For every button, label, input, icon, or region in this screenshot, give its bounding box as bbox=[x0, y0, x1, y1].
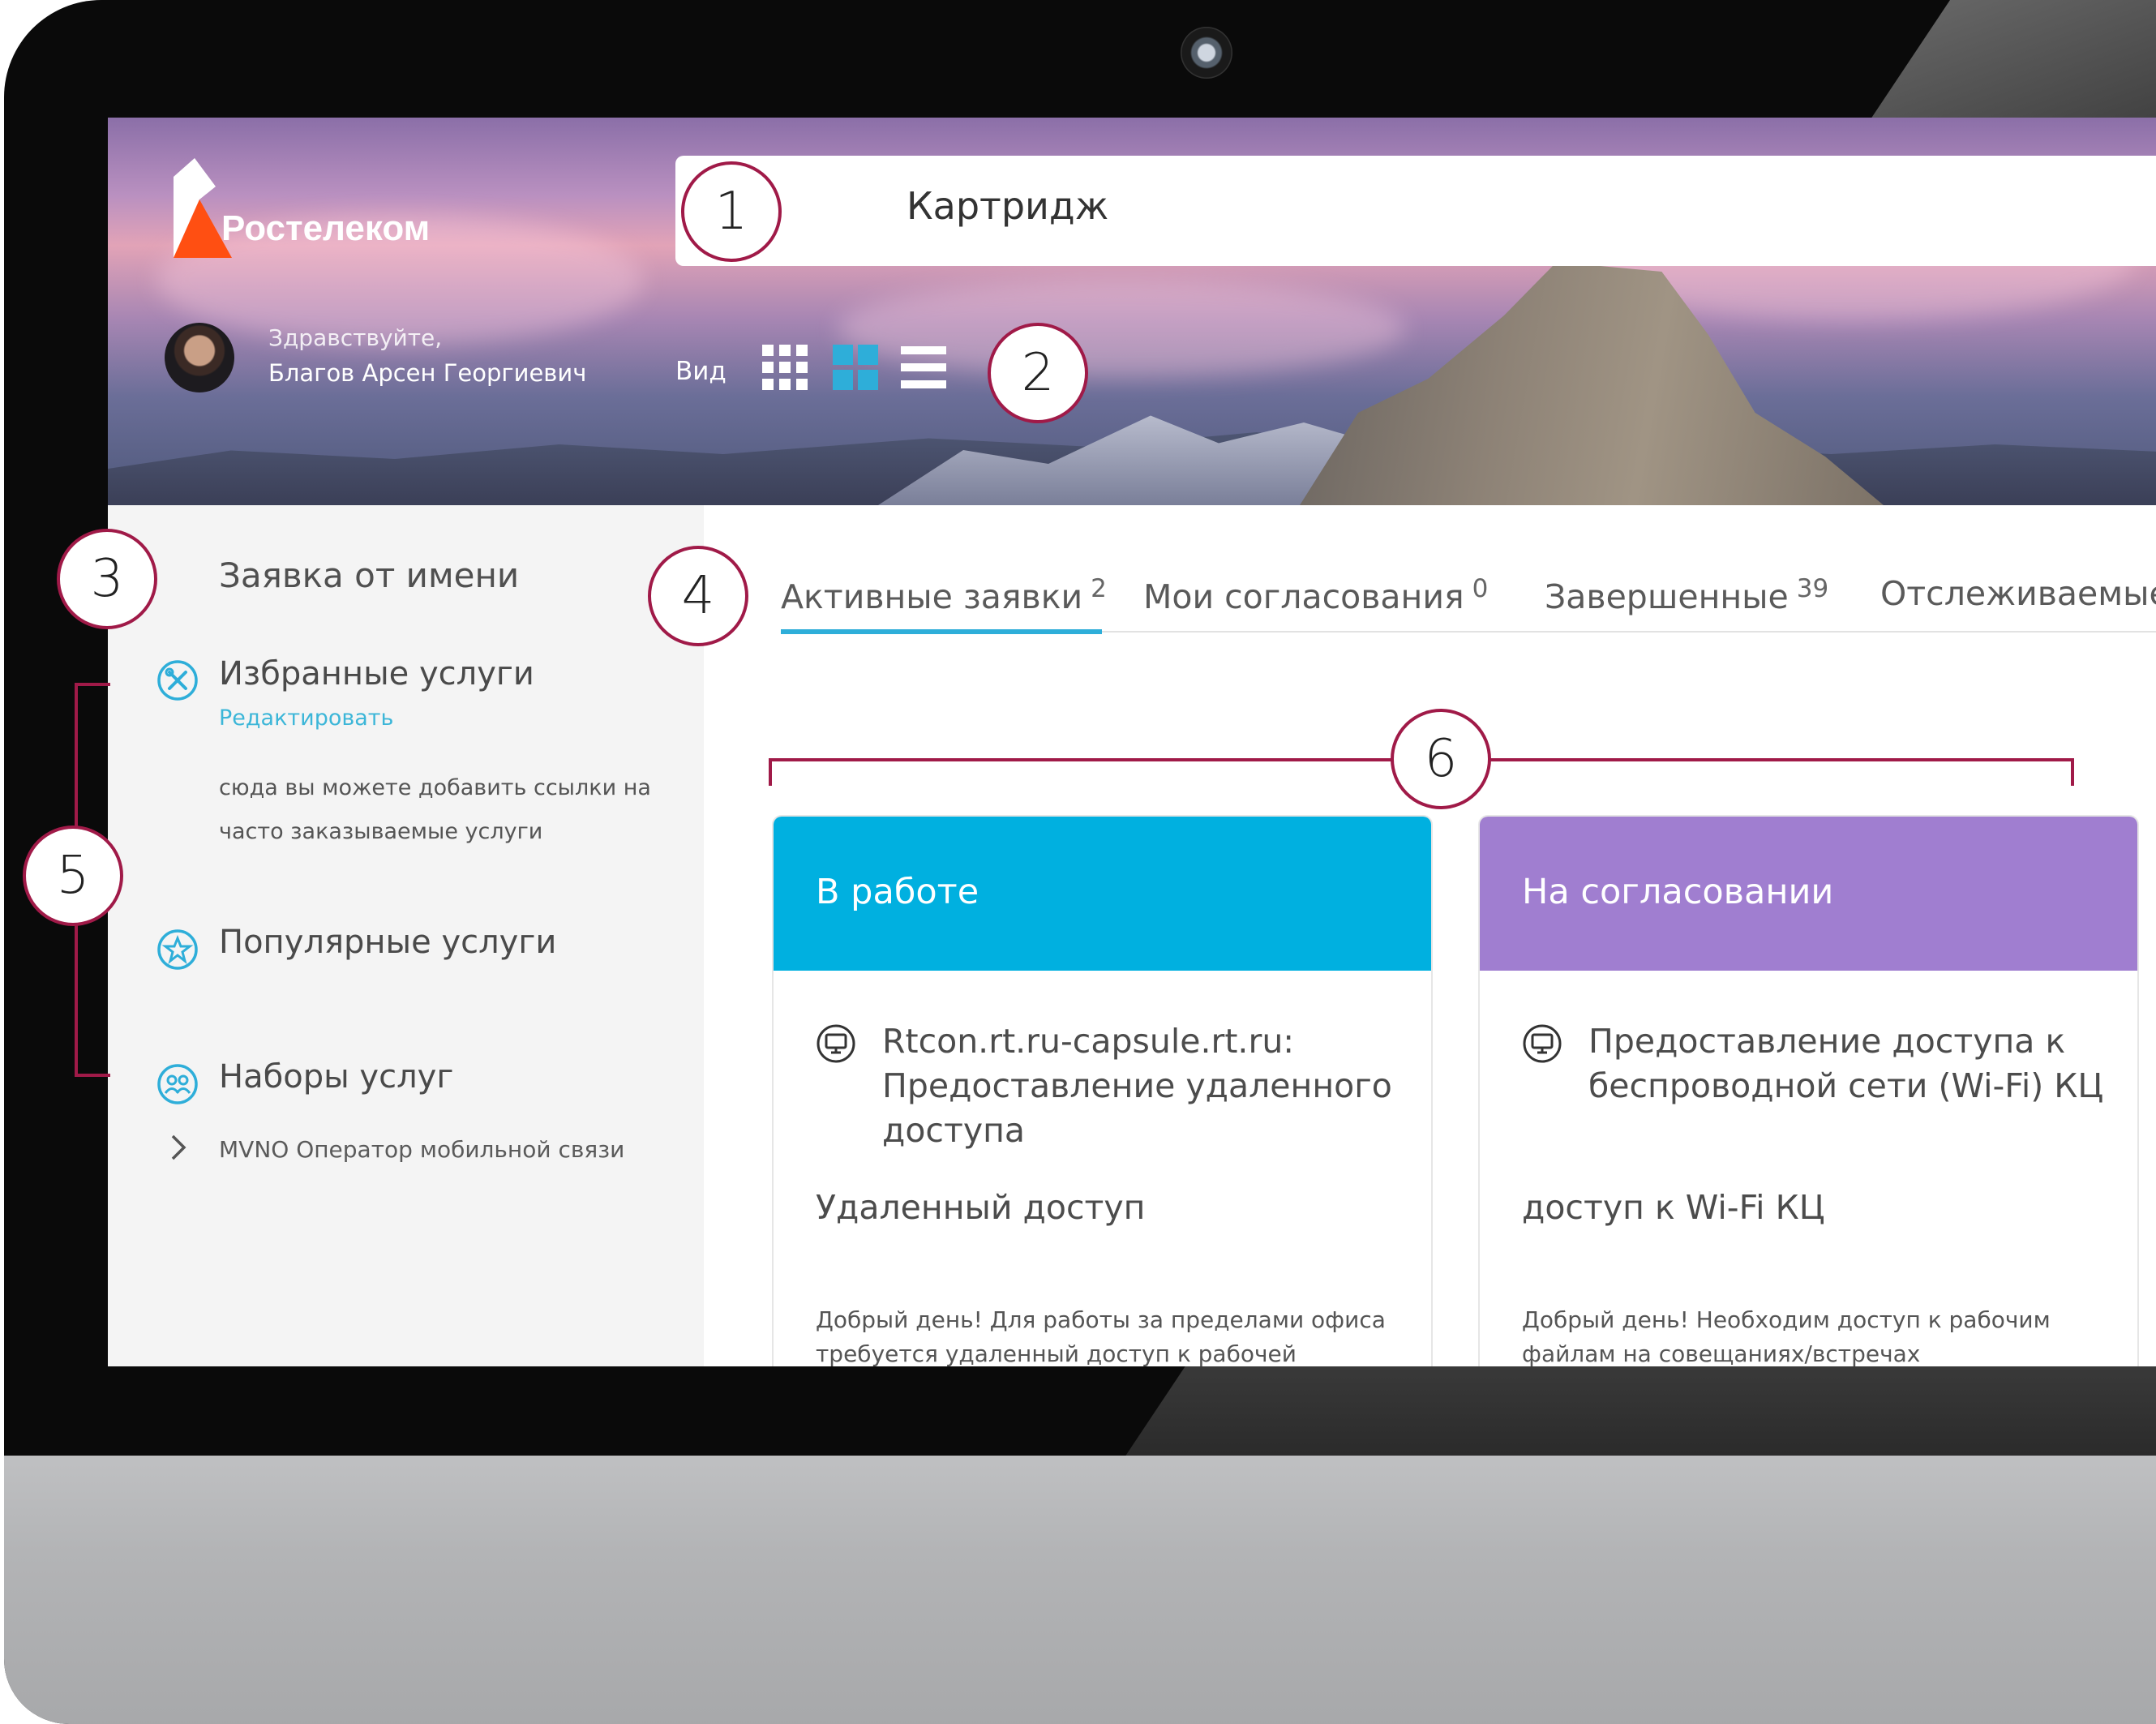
request-card[interactable]: В работе Rtcon.rt.ru-capsule.rt.ru: Пред… bbox=[772, 815, 1433, 1366]
bracket-5-bottom bbox=[75, 1074, 110, 1077]
active-tab-indicator bbox=[781, 629, 1102, 634]
tab-label: Завершенные bbox=[1545, 577, 1789, 616]
request-tabs: Активные заявки 2 Мои согласования 0 Завер… bbox=[108, 118, 2156, 616]
card-title: Rtcon.rt.ru-capsule.rt.ru: Предоставлени… bbox=[882, 1022, 1392, 1150]
monitor-icon bbox=[817, 1024, 855, 1063]
service-set-item[interactable]: MVNO Оператор мобильной связи bbox=[219, 1136, 624, 1163]
tab-completed[interactable]: Завершенные 39 bbox=[1545, 574, 1828, 616]
avatar[interactable] bbox=[165, 323, 234, 392]
annotation-2: 2 bbox=[988, 323, 1088, 423]
annotation-5: 5 bbox=[23, 826, 123, 926]
annotation-4: 4 bbox=[648, 546, 748, 646]
favorites-note-line1: сюда вы можете добавить ссылки на bbox=[219, 775, 651, 800]
tab-tracked[interactable]: Отслеживаемые bbox=[1880, 574, 2156, 613]
people-icon bbox=[157, 1064, 198, 1104]
greeting-text: Здравствуйте, bbox=[268, 324, 443, 351]
monitor-chin bbox=[4, 1456, 2156, 1724]
annotation-1: 1 bbox=[681, 161, 782, 262]
bracket-6-right bbox=[2071, 758, 2074, 786]
request-card[interactable]: На согласовании Предоставление доступа к… bbox=[1478, 815, 2139, 1366]
webcam-icon bbox=[1181, 27, 1232, 79]
service-sets-title[interactable]: Наборы услуг bbox=[219, 1058, 453, 1096]
card-subtitle: доступ к Wi-Fi КЦ bbox=[1522, 1188, 1825, 1227]
chevron-right-icon[interactable] bbox=[166, 1131, 191, 1164]
grid-small-icon[interactable] bbox=[762, 345, 808, 390]
card-status-header: На согласовании bbox=[1480, 817, 2137, 971]
tab-count: 39 bbox=[1796, 574, 1829, 603]
list-icon[interactable] bbox=[901, 345, 946, 390]
brand-name: Ростелеком bbox=[221, 208, 431, 248]
tools-icon bbox=[157, 660, 198, 701]
app-screen: Ростелеком Картридж Здравствуйте, Благов… bbox=[108, 118, 2156, 1366]
card-description: Добрый день! Необходим доступ к рабочим … bbox=[1522, 1306, 2051, 1366]
bracket-5-top bbox=[75, 683, 110, 686]
favorites-title[interactable]: Избранные услуги bbox=[219, 655, 534, 693]
favorites-note-line2: часто заказываемые услуги bbox=[219, 819, 543, 844]
edit-favorites-link[interactable]: Редактировать bbox=[219, 705, 393, 731]
annotation-3: 3 bbox=[57, 529, 157, 629]
bezel-reflection bbox=[1869, 0, 2156, 122]
tab-active-requests[interactable]: Активные заявки 2 bbox=[781, 574, 1107, 616]
annotation-6: 6 bbox=[1391, 709, 1491, 809]
card-status-header: В работе bbox=[774, 817, 1431, 971]
tab-label: Мои согласования bbox=[1143, 577, 1464, 616]
view-label: Вид bbox=[675, 357, 727, 386]
card-status: На согласовании bbox=[1522, 872, 1834, 912]
card-subtitle: Удаленный доступ bbox=[816, 1188, 1146, 1227]
sidebar: Заявка от имени Избранные услуги Редакти… bbox=[108, 505, 704, 1366]
bracket-6-left bbox=[769, 758, 772, 786]
tab-label: Отслеживаемые bbox=[1880, 574, 2156, 613]
tab-count: 2 bbox=[1091, 574, 1107, 603]
monitor-icon bbox=[1523, 1024, 1562, 1063]
bezel-reflection-bottom bbox=[1123, 1362, 2156, 1460]
user-name: Благов Арсен Георгиевич bbox=[268, 359, 587, 387]
card-status: В работе bbox=[816, 872, 979, 912]
popular-services-title[interactable]: Популярные услуги bbox=[219, 924, 556, 961]
tab-label: Активные заявки bbox=[781, 577, 1083, 616]
card-title: Предоставление доступа к беспроводной се… bbox=[1588, 1022, 2104, 1105]
header-banner: Ростелеком Картридж Здравствуйте, Благов… bbox=[108, 118, 2156, 505]
star-icon bbox=[157, 929, 198, 970]
search-value: Картридж bbox=[907, 184, 1109, 228]
tab-count: 0 bbox=[1472, 574, 1489, 603]
grid-large-icon[interactable] bbox=[833, 345, 878, 390]
card-description: Добрый день! Для работы за пределами офи… bbox=[816, 1306, 1386, 1366]
tab-my-approvals[interactable]: Мои согласования 0 bbox=[1143, 574, 1488, 616]
request-on-behalf[interactable]: Заявка от имени bbox=[219, 555, 519, 595]
